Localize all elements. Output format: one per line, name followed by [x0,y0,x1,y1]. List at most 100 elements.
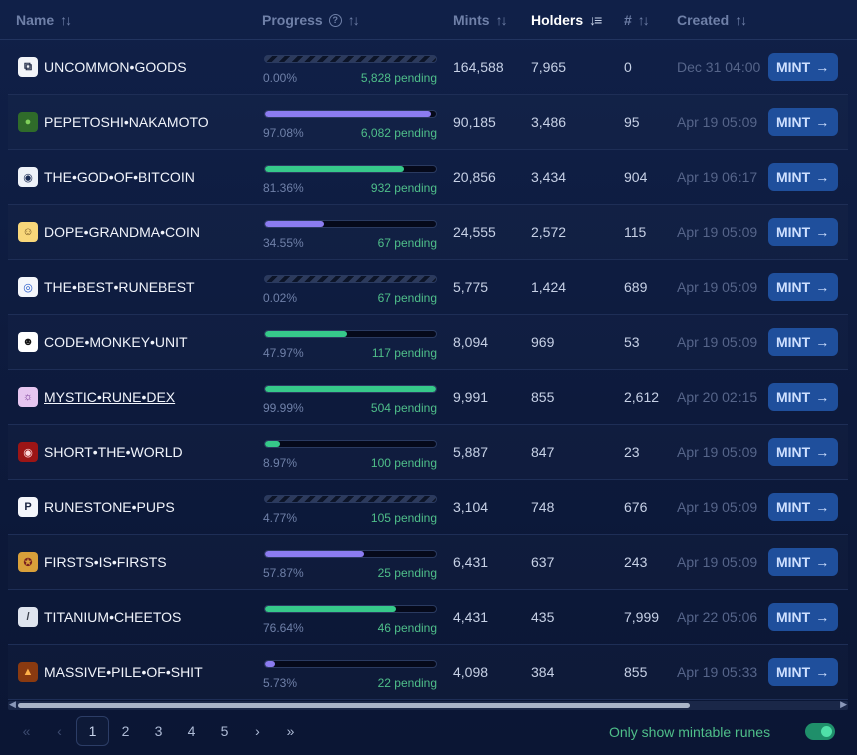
mints-value: 164,588 [453,59,504,75]
rune-number: 7,999 [624,609,660,625]
arrow-right-icon: → [815,334,830,350]
rune-name[interactable]: MYSTIC•RUNE•DEX [44,389,175,405]
rune-name[interactable]: RUNESTONE•PUPS [44,499,175,515]
first-page-button[interactable]: « [10,716,43,746]
created-date: Apr 19 05:09 [677,444,758,460]
mint-button[interactable]: MINT → [768,658,838,686]
rune-number: 23 [624,444,640,460]
mintable-toggle[interactable] [805,723,835,740]
column-name-header[interactable]: Name ↑↓ [16,12,72,28]
table-row[interactable]: / TITANIUM•CHEETOS 76.64% 46 pending 4,4… [8,590,848,645]
sort-icon[interactable]: ↑↓ [60,12,72,28]
scrollbar-thumb[interactable] [18,703,690,708]
mints-value: 3,104 [453,499,489,515]
pagination: « ‹ 1 2 3 4 5 › » [10,716,307,746]
mint-button[interactable]: MINT → [768,383,838,411]
pending-count: 932 pending [370,181,437,195]
table-row[interactable]: ☺ DOPE•GRANDMA•COIN 34.55% 67 pending 24… [8,205,848,260]
arrow-right-icon: → [815,664,830,680]
sort-descending-icon[interactable]: ↓≡ [589,12,602,28]
rune-name[interactable]: UNCOMMON•GOODS [44,59,187,75]
table-row[interactable]: ◉ SHORT•THE•WORLD 8.97% 100 pending 5,88… [8,425,848,480]
table-header: Name ↑↓ Progress ? ↑↓ Mints ↑↓ Holders ↓… [0,0,857,40]
rune-name[interactable]: CODE•MONKEY•UNIT [44,334,188,350]
created-date: Dec 31 04:00 [677,59,761,75]
table-row[interactable]: P RUNESTONE•PUPS 4.77% 105 pending 3,104… [8,480,848,535]
goods-icon: ⧉ [18,57,38,77]
arrow-right-icon: → [815,499,830,515]
column-progress-header[interactable]: Progress ? ↑↓ [262,12,360,28]
rune-name[interactable]: FIRSTS•IS•FIRSTS [44,554,167,570]
table-row[interactable]: ▲ MASSIVE•PILE•OF•SHIT 5.73% 22 pending … [8,645,848,700]
page-5-button[interactable]: 5 [208,716,241,746]
scroll-right-icon[interactable]: ▶ [840,699,847,710]
mint-button[interactable]: MINT → [768,548,838,576]
horizontal-scrollbar[interactable]: ◀ ▶ [8,699,848,710]
rune-name[interactable]: MASSIVE•PILE•OF•SHIT [44,664,203,680]
page-2-button[interactable]: 2 [109,716,142,746]
rune-number: 689 [624,279,648,295]
sort-icon[interactable]: ↑↓ [735,12,747,28]
progress-bar [264,220,437,228]
rune-number: 0 [624,59,632,75]
table-row[interactable]: ⧉ UNCOMMON•GOODS 0.00% 5,828 pending 164… [8,40,848,95]
progress-bar [264,660,437,668]
mint-button[interactable]: MINT → [768,108,838,136]
progress-percent: 97.08% [263,126,304,140]
pending-count: 5,828 pending [360,71,437,85]
pending-count: 105 pending [370,511,437,525]
mints-value: 5,775 [453,279,489,295]
page-4-button[interactable]: 4 [175,716,208,746]
column-name-label: Name [16,12,55,28]
progress-percent: 81.36% [263,181,304,195]
rune-name[interactable]: THE•GOD•OF•BITCOIN [44,169,195,185]
arrow-right-icon: → [815,169,830,185]
mint-button[interactable]: MINT → [768,438,838,466]
table-row[interactable]: ◎ THE•BEST•RUNEBEST 0.02% 67 pending 5,7… [8,260,848,315]
holders-value: 748 [531,499,555,515]
rune-number: 53 [624,334,640,350]
table-row[interactable]: ✪ FIRSTS•IS•FIRSTS 57.87% 25 pending 6,4… [8,535,848,590]
progress-bar [264,440,437,448]
mintable-toggle-label: Only show mintable runes [609,724,771,740]
mint-button[interactable]: MINT → [768,53,838,81]
mint-button[interactable]: MINT → [768,328,838,356]
holders-value: 637 [531,554,555,570]
prev-page-button[interactable]: ‹ [43,716,76,746]
mint-button[interactable]: MINT → [768,163,838,191]
created-date: Apr 19 05:09 [677,114,758,130]
column-holders-header[interactable]: Holders ↓≡ [531,12,602,28]
sort-icon[interactable]: ↑↓ [496,12,508,28]
progress-bar-fill [265,166,405,172]
table-row[interactable]: ● PEPETOSHI•NAKAMOTO 97.08% 6,082 pendin… [8,95,848,150]
table-row[interactable]: ☼ MYSTIC•RUNE•DEX 99.99% 504 pending 9,9… [8,370,848,425]
sort-icon[interactable]: ↑↓ [638,12,650,28]
mint-button-label: MINT [776,389,811,405]
mint-button[interactable]: MINT → [768,603,838,631]
help-icon[interactable]: ? [328,13,342,27]
page-1-button[interactable]: 1 [76,716,109,746]
rune-name[interactable]: THE•BEST•RUNEBEST [44,279,195,295]
mints-value: 4,431 [453,609,489,625]
rune-name[interactable]: DOPE•GRANDMA•COIN [44,224,200,240]
rune-name[interactable]: TITANIUM•CHEETOS [44,609,181,625]
table-row[interactable]: ◉ THE•GOD•OF•BITCOIN 81.36% 932 pending … [8,150,848,205]
column-created-header[interactable]: Created ↑↓ [677,12,747,28]
scroll-left-icon[interactable]: ◀ [9,699,16,710]
column-mints-header[interactable]: Mints ↑↓ [453,12,508,28]
next-page-button[interactable]: › [241,716,274,746]
pending-count: 67 pending [377,236,437,250]
mint-button[interactable]: MINT → [768,218,838,246]
created-date: Apr 19 05:09 [677,499,758,515]
page-3-button[interactable]: 3 [142,716,175,746]
last-page-button[interactable]: » [274,716,307,746]
mint-button[interactable]: MINT → [768,493,838,521]
rune-name[interactable]: SHORT•THE•WORLD [44,444,183,460]
mint-button[interactable]: MINT → [768,273,838,301]
column-number-header[interactable]: # ↑↓ [624,12,650,28]
pending-count: 25 pending [377,566,437,580]
sort-icon[interactable]: ↑↓ [348,12,360,28]
progress-bar-fill [265,606,397,612]
rune-name[interactable]: PEPETOSHI•NAKAMOTO [44,114,209,130]
table-row[interactable]: ☻ CODE•MONKEY•UNIT 47.97% 117 pending 8,… [8,315,848,370]
